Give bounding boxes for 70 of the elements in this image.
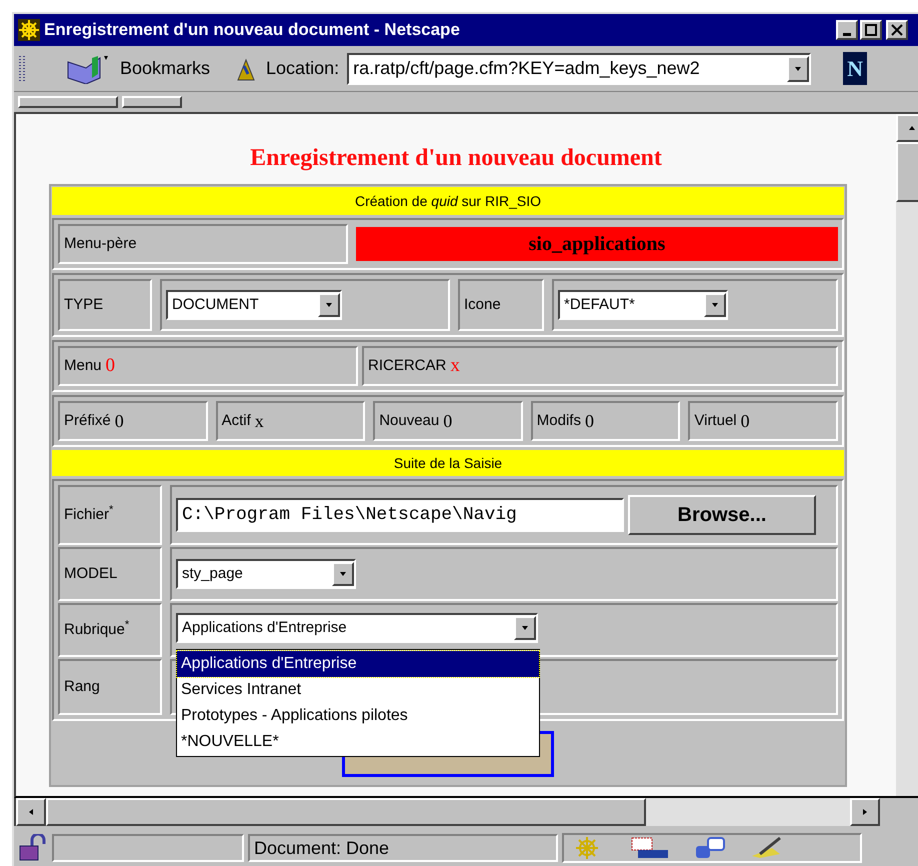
arrow-icon <box>861 808 869 816</box>
field-label: Menu-père <box>64 234 137 254</box>
info-label: Menu <box>64 356 102 376</box>
flag-label: Virtuel <box>694 410 737 431</box>
location-field[interactable]: ra.ratp/cft/page.cfm?KEY=adm_keys_new2 <box>347 52 812 84</box>
scroll-thumb[interactable] <box>46 798 646 826</box>
close-button[interactable] <box>886 20 908 40</box>
arrow-icon <box>339 570 347 578</box>
toolbar-tab[interactable] <box>122 96 182 108</box>
mail-tray-icon[interactable] <box>630 836 670 860</box>
file-path-field[interactable]: C:\Program Files\Netscape\Navig <box>176 498 624 532</box>
category-select[interactable]: Applications d'Entreprise <box>176 613 538 643</box>
flag-value: x <box>254 410 264 432</box>
flag-label: Nouveau <box>379 410 440 431</box>
field-label: TYPE <box>64 294 104 315</box>
field-label: Rubrique$^{*}$ <box>64 618 130 640</box>
close-icon <box>891 24 903 36</box>
status-text: Document: Done <box>254 836 390 860</box>
field-label: Rang <box>64 676 100 697</box>
arrow-icon <box>711 301 719 309</box>
toolbar-tab[interactable] <box>18 96 118 108</box>
flag-label: Préfixé <box>64 410 111 431</box>
location-label: Location: <box>266 57 340 80</box>
flag-label: Actif <box>222 410 251 431</box>
arrow-icon <box>521 624 529 632</box>
flag-label: Modifs <box>536 410 581 431</box>
dropdown-button[interactable] <box>704 293 726 317</box>
section-header: Création de quid sur RIR_SIO <box>52 187 844 215</box>
padlock-icon <box>18 834 48 862</box>
chat-bubbles-icon[interactable] <box>694 836 726 860</box>
page-heading: Enregistrement d'un nouveau document <box>250 144 662 173</box>
icon-select[interactable]: *DEFAUT* <box>558 290 728 320</box>
horizontal-scrollbar[interactable] <box>14 798 880 826</box>
dropdown-option[interactable]: Prototypes - Applications pilotes <box>177 703 539 729</box>
dropdown-button[interactable] <box>514 616 536 640</box>
bookmarks-label[interactable]: Bookmarks <box>120 55 210 82</box>
arrow-icon <box>794 64 802 72</box>
maximize-icon <box>865 24 877 36</box>
minimize-button[interactable] <box>836 20 858 40</box>
info-value: 0 <box>106 354 116 378</box>
model-select[interactable]: sty_page <box>176 559 356 589</box>
type-select[interactable]: DOCUMENT <box>166 290 342 320</box>
dropdown-option[interactable]: Applications d'Entreprise <box>177 651 539 677</box>
flag-value: 0 <box>114 410 124 432</box>
dropdown-option[interactable]: *NOUVELLE* <box>177 729 539 755</box>
field-label: Icone <box>464 294 501 315</box>
arrow-icon <box>325 301 333 309</box>
ship-wheel-icon <box>18 19 40 41</box>
window-title: Enregistrement d'un nouveau document - Netscape <box>44 19 461 42</box>
field-label: MODEL <box>64 564 118 584</box>
flag-value: 0 <box>443 410 452 432</box>
arrow-icon <box>27 808 35 816</box>
arrow-icon <box>908 124 916 132</box>
info-label: RICERCAR <box>368 356 446 376</box>
pen-paper-icon[interactable] <box>750 836 784 860</box>
dropdown-button[interactable] <box>318 293 340 317</box>
info-value: x <box>450 354 460 378</box>
section-header: Suite de la Saisie <box>52 450 844 476</box>
field-label: Fichier$^{*}$ <box>64 504 114 525</box>
netscape-logo: N <box>843 52 867 85</box>
scroll-right-button[interactable] <box>850 798 880 826</box>
dropdown-button[interactable] <box>332 562 354 586</box>
minimize-icon <box>843 32 851 36</box>
flag-value: 0 <box>740 410 750 432</box>
flag-value: 0 <box>584 410 594 432</box>
parent-menu-value: sio_applications <box>356 227 838 261</box>
scroll-left-button[interactable] <box>16 798 46 826</box>
dropdown-button[interactable] <box>787 56 810 82</box>
browse-button[interactable]: Browse... <box>628 495 816 535</box>
maximize-button[interactable] <box>860 20 882 40</box>
